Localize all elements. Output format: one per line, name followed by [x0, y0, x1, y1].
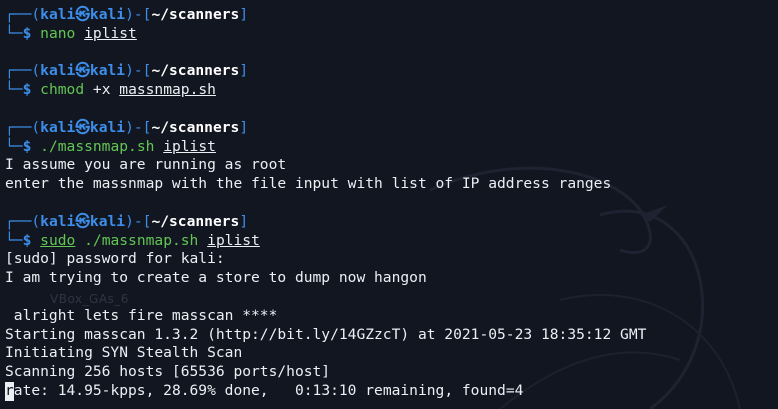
prompt-skull-icon: ㉿ — [75, 6, 90, 23]
command-arg: iplist — [84, 24, 137, 42]
output-line: alright lets fire masscan **** — [5, 306, 278, 324]
prompt-skull-icon: ㉿ — [75, 118, 90, 136]
scan-progress-text: ate: 14.95-kpps, 28.69% done, 0:13:10 re… — [13, 381, 524, 399]
command-sudo: sudo — [40, 231, 76, 249]
command-line: └─$ sudo ./massnmap.sh iplist — [5, 232, 778, 251]
command-arg: iplist — [207, 231, 260, 249]
prompt-separator: )-[ — [125, 212, 152, 230]
command-line: └─$ nano iplist — [5, 25, 778, 44]
prompt-user: kali — [40, 62, 76, 80]
prompt-dollar: $ — [22, 231, 32, 249]
prompt-line: ┌──(kali㉿kali)-[~/scanners] — [5, 62, 778, 81]
prompt-separator: )-[ — [125, 6, 152, 23]
prompt-user: kali — [40, 212, 76, 230]
prompt-line: ┌──(kali㉿kali)-[~/scanners] — [5, 213, 778, 232]
prompt-bracket: ] — [239, 6, 249, 23]
prompt-corner: └─ — [5, 81, 23, 99]
text-cursor[interactable]: r — [5, 381, 14, 401]
prompt-corner: ┌──( — [5, 6, 41, 23]
command-name: chmod — [40, 81, 85, 99]
command-name: ./massnmap.sh — [84, 231, 199, 249]
terminal-output: ┌──(kali㉿kali)-[~/scanners] └─$ nano ipl… — [5, 6, 778, 401]
prompt-path: ~/scanners — [151, 118, 240, 136]
command-flag: +x — [92, 81, 111, 99]
command-name: nano — [40, 24, 76, 42]
prompt-corner: └─ — [5, 24, 23, 42]
prompt-line: ┌──(kali㉿kali)-[~/scanners] — [5, 6, 778, 25]
prompt-corner: ┌──( — [5, 118, 41, 136]
prompt-path: ~/scanners — [151, 62, 240, 80]
command-line: └─$ chmod +x massnmap.sh — [5, 81, 778, 100]
prompt-bracket: ] — [239, 212, 249, 230]
output-line: Scanning 256 hosts [65536 ports/host] — [5, 363, 331, 381]
prompt-host: kali — [89, 118, 126, 136]
output-line: Initiating SYN Stealth Scan — [5, 344, 243, 362]
prompt-corner: └─ — [5, 137, 23, 155]
command-arg: massnmap.sh — [119, 81, 216, 99]
prompt-corner: └─ — [5, 231, 23, 249]
prompt-corner: ┌──( — [5, 212, 41, 230]
prompt-line: ┌──(kali㉿kali)-[~/scanners] — [5, 119, 778, 138]
prompt-dollar: $ — [22, 24, 32, 42]
prompt-dollar: $ — [22, 137, 32, 155]
prompt-user: kali — [40, 6, 76, 23]
prompt-path: ~/scanners — [151, 212, 240, 230]
prompt-separator: )-[ — [125, 62, 152, 80]
prompt-host: kali — [89, 62, 126, 80]
prompt-host: kali — [89, 6, 126, 23]
output-line: enter the massnmap with the file input w… — [5, 175, 612, 193]
command-line: └─$ ./massnmap.sh iplist — [5, 138, 778, 157]
prompt-skull-icon: ㉿ — [75, 212, 90, 230]
prompt-dollar: $ — [22, 81, 32, 99]
prompt-separator: )-[ — [125, 118, 152, 136]
prompt-bracket: ] — [239, 62, 249, 80]
output-line: Starting masscan 1.3.2 (http://bit.ly/14… — [5, 325, 647, 343]
prompt-skull-icon: ㉿ — [75, 62, 90, 80]
output-line: [sudo] password for kali: — [5, 250, 225, 268]
command-arg: iplist — [163, 137, 216, 155]
prompt-bracket: ] — [239, 118, 249, 136]
status-line: rate: 14.95-kpps, 28.69% done, 0:13:10 r… — [5, 381, 778, 401]
output-line: I am trying to create a store to dump no… — [5, 269, 427, 287]
command-name: ./massnmap.sh — [40, 137, 155, 155]
prompt-host: kali — [89, 212, 126, 230]
output-line: I assume you are running as root — [5, 156, 287, 174]
prompt-path: ~/scanners — [151, 6, 240, 23]
prompt-corner: ┌──( — [5, 62, 41, 80]
terminal-window[interactable]: VBox_GAs_6 ┌──(kali㉿kali)-[~/scanners] └… — [0, 0, 778, 409]
prompt-user: kali — [40, 118, 76, 136]
